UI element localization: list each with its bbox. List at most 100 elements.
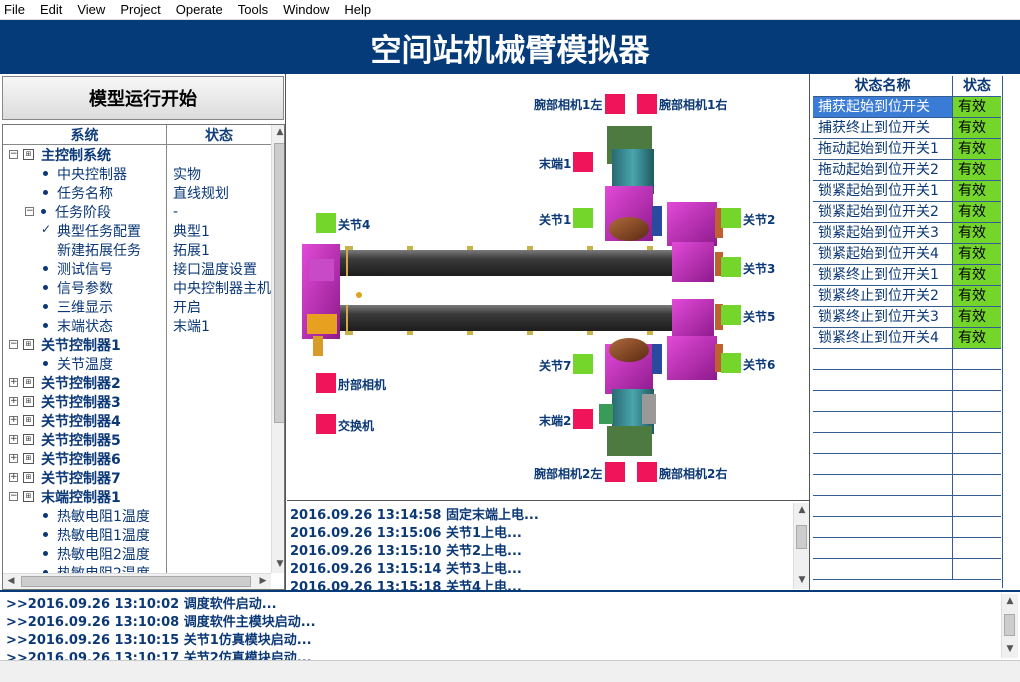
status-elbow-cam[interactable] xyxy=(316,373,336,393)
tree-row[interactable]: + ⊞ 关节控制器5 xyxy=(3,430,271,449)
grid-node-icon: ⊞ xyxy=(23,415,34,426)
status-exchange[interactable] xyxy=(316,414,336,434)
menu-file[interactable]: File xyxy=(4,2,25,17)
status-end1[interactable] xyxy=(573,152,593,172)
status-row[interactable]: 锁紧起始到位开关2 有效 xyxy=(813,202,1001,223)
status-row[interactable]: 捕获起始到位开关 有效 xyxy=(813,97,1001,118)
scroll-down-icon[interactable]: ▼ xyxy=(794,575,809,585)
scroll-left-icon[interactable]: ◀ xyxy=(3,576,19,586)
status-row[interactable]: 拖动起始到位开关2 有效 xyxy=(813,160,1001,181)
status-wrist-cam2-left[interactable] xyxy=(605,462,625,482)
tree-header-status[interactable]: 状态 xyxy=(167,125,271,144)
status-joint2[interactable] xyxy=(721,208,741,228)
menu-project[interactable]: Project xyxy=(120,2,160,17)
tree-horizontal-scrollbar[interactable]: ◀ ▶ xyxy=(3,573,271,589)
menu-tools[interactable]: Tools xyxy=(238,2,268,17)
scroll-right-icon[interactable]: ▶ xyxy=(255,576,271,586)
status-joint5[interactable] xyxy=(721,305,741,325)
scroll-thumb[interactable] xyxy=(274,143,284,423)
tree-row[interactable]: 热敏电阻1温度 xyxy=(3,506,271,525)
header-status[interactable]: 状态 xyxy=(953,76,1001,96)
system-log-line: >>2016.09.26 13:10:15 关节1仿真模块启动... xyxy=(6,633,312,648)
menu-edit[interactable]: Edit xyxy=(40,2,62,17)
tree-row[interactable]: 三维显示 开启 xyxy=(3,297,271,316)
status-wrist-cam1-left[interactable] xyxy=(605,94,625,114)
expand-icon[interactable]: + xyxy=(9,397,18,406)
status-joint7[interactable] xyxy=(573,354,593,374)
tree-row[interactable]: − ⊞ 主控制系统 xyxy=(3,145,271,164)
tree-row[interactable]: − 任务阶段 - xyxy=(3,202,271,221)
status-joint4[interactable] xyxy=(316,213,336,233)
tree-row[interactable]: 新建拓展任务 拓展1 xyxy=(3,240,271,259)
tree-row[interactable]: + ⊞ 关节控制器6 xyxy=(3,449,271,468)
tree-row[interactable]: + ⊞ 关节控制器4 xyxy=(3,411,271,430)
status-row-name: 锁紧终止到位开关2 xyxy=(813,286,953,306)
menu-help[interactable]: Help xyxy=(344,2,371,17)
system-log-scrollbar[interactable]: ▲ ▼ xyxy=(1001,594,1018,658)
tree-row[interactable]: − ⊞ 末端控制器1 xyxy=(3,487,271,506)
tree-row[interactable]: + ⊞ 关节控制器7 xyxy=(3,468,271,487)
check-icon: ✓ xyxy=(41,222,52,236)
scroll-up-icon[interactable]: ▲ xyxy=(272,127,284,137)
status-joint1[interactable] xyxy=(573,208,593,228)
tree-header-system[interactable]: 系统 xyxy=(3,125,167,144)
collapse-icon[interactable]: − xyxy=(9,340,18,349)
tree-row[interactable]: + ⊞ 关节控制器2 xyxy=(3,373,271,392)
status-row-empty xyxy=(813,454,1001,475)
status-row[interactable]: 锁紧终止到位开关2 有效 xyxy=(813,286,1001,307)
tree-header: 系统 状态 xyxy=(3,125,271,145)
scroll-down-icon[interactable]: ▼ xyxy=(1002,644,1018,654)
tree-row[interactable]: 末端状态 末端1 xyxy=(3,316,271,335)
status-row[interactable]: 锁紧终止到位开关3 有效 xyxy=(813,307,1001,328)
expand-icon[interactable]: + xyxy=(9,416,18,425)
status-row[interactable]: 锁紧起始到位开关1 有效 xyxy=(813,181,1001,202)
header-status-name[interactable]: 状态名称 xyxy=(813,76,953,96)
tree-row[interactable]: 热敏电阻2温度 xyxy=(3,544,271,563)
tree-row[interactable]: 中央控制器 实物 xyxy=(3,164,271,183)
tree-row[interactable]: 任务名称 直线规划 xyxy=(3,183,271,202)
status-joint6[interactable] xyxy=(721,353,741,373)
scroll-up-icon[interactable]: ▲ xyxy=(1002,596,1018,606)
menu-window[interactable]: Window xyxy=(283,2,329,17)
scroll-down-icon[interactable]: ▼ xyxy=(272,559,284,569)
tree-row-label-cell: 关节温度 xyxy=(3,354,167,373)
event-log-scrollbar[interactable]: ▲ ▼ xyxy=(793,503,809,589)
tree-row[interactable]: 关节温度 xyxy=(3,354,271,373)
scroll-thumb[interactable] xyxy=(1004,614,1015,636)
tree-row[interactable]: 信号参数 中央控制器主机 xyxy=(3,278,271,297)
elbow-camera-unit xyxy=(307,314,337,334)
status-row[interactable]: 锁紧起始到位开关3 有效 xyxy=(813,223,1001,244)
status-end2[interactable] xyxy=(573,409,593,429)
tree-row[interactable]: 测试信号 接口温度设置 xyxy=(3,259,271,278)
tree-vertical-scrollbar[interactable]: ▲ ▼ xyxy=(271,125,284,573)
expand-icon[interactable]: + xyxy=(9,378,18,387)
status-wrist-cam2-right[interactable] xyxy=(637,462,657,482)
scroll-up-icon[interactable]: ▲ xyxy=(794,505,809,515)
h-scroll-thumb[interactable] xyxy=(21,576,251,587)
run-model-button[interactable]: 模型运行开始 xyxy=(2,76,284,120)
status-row[interactable]: 锁紧起始到位开关4 有效 xyxy=(813,244,1001,265)
collapse-icon[interactable]: − xyxy=(9,492,18,501)
tree-row[interactable]: + ⊞ 关节控制器3 xyxy=(3,392,271,411)
menu-view[interactable]: View xyxy=(77,2,105,17)
status-row[interactable]: 锁紧终止到位开关4 有效 xyxy=(813,328,1001,349)
expand-icon[interactable]: + xyxy=(9,454,18,463)
collapse-icon[interactable]: − xyxy=(25,207,34,216)
tree-row[interactable]: − ⊞ 关节控制器1 xyxy=(3,335,271,354)
status-row[interactable]: 锁紧终止到位开关1 有效 xyxy=(813,265,1001,286)
expand-icon[interactable]: + xyxy=(9,435,18,444)
status-row[interactable]: 拖动起始到位开关1 有效 xyxy=(813,139,1001,160)
expand-icon[interactable]: + xyxy=(9,473,18,482)
menu-operate[interactable]: Operate xyxy=(176,2,223,17)
status-row-name: 拖动起始到位开关1 xyxy=(813,139,953,159)
status-row[interactable]: 捕获终止到位开关 有效 xyxy=(813,118,1001,139)
collapse-icon[interactable]: − xyxy=(9,150,18,159)
status-wrist-cam1-right[interactable] xyxy=(637,94,657,114)
status-joint3[interactable] xyxy=(721,257,741,277)
tree-row[interactable]: ✓ 典型任务配置 典型1 xyxy=(3,221,271,240)
status-table-scrollbar[interactable] xyxy=(1002,76,1018,588)
scroll-thumb[interactable] xyxy=(796,525,807,549)
tree-row-label: 关节控制器3 xyxy=(41,394,121,411)
tree-row[interactable]: 热敏电阻2温度 xyxy=(3,563,271,573)
tree-row[interactable]: 热敏电阻1温度 xyxy=(3,525,271,544)
